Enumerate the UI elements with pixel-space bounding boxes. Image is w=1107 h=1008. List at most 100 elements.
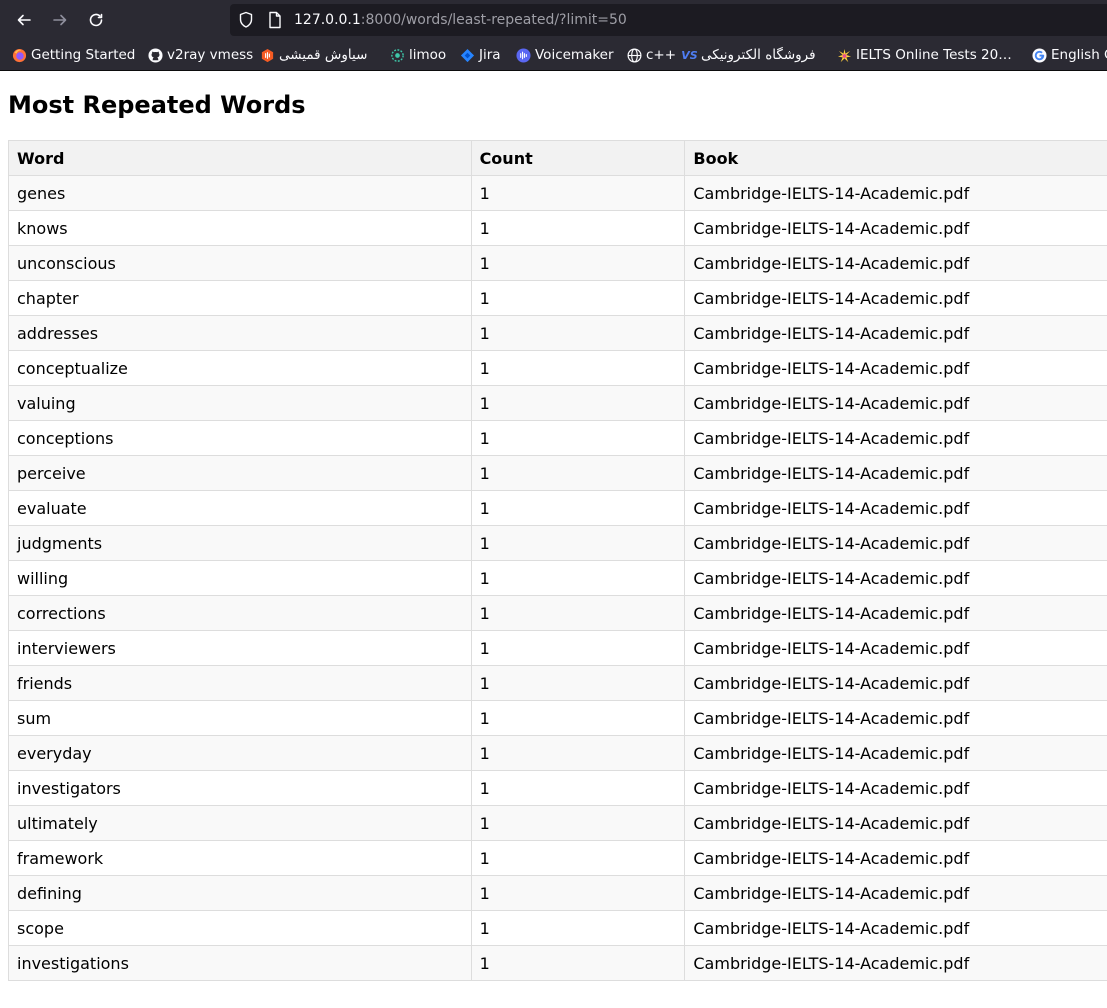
- table-row: investigators 1 Cambridge-IELTS-14-Academi…: [8, 770, 1107, 806]
- page-content: Most Repeated Words Word Count Book gene…: [0, 71, 1107, 1008]
- word-cell: investigators: [8, 770, 472, 806]
- word-cell: evaluate: [8, 490, 472, 526]
- browser-toolbar: 127.0.0.1:8000/words/least-repeated/?lim…: [0, 0, 1107, 40]
- bookmark-cpp[interactable]: c++: [627, 45, 676, 65]
- bookmark-label: English G: [1051, 47, 1107, 63]
- book-cell: Cambridge-IELTS-14-Academic.pdf: [684, 595, 1107, 631]
- count-cell: 1: [470, 175, 686, 211]
- bookmark-label: فروشگاه الکترونیکی: [701, 47, 816, 63]
- bookmark-label: Voicemaker: [535, 47, 614, 63]
- word-cell: judgments: [8, 525, 472, 561]
- book-cell: Cambridge-IELTS-14-Academic.pdf: [684, 805, 1107, 841]
- bookmark-ielts-online-tests[interactable]: IELTS Online Tests 20…: [837, 45, 1012, 65]
- firefox-icon: [12, 48, 27, 63]
- book-cell: Cambridge-IELTS-14-Academic.pdf: [684, 875, 1107, 911]
- count-cell: 1: [470, 595, 686, 631]
- bookmark-label: سیاوش قمیشی: [279, 47, 368, 63]
- table-row: knows 1 Cambridge-IELTS-14-Academic.pdf: [8, 210, 1107, 246]
- shield-icon[interactable]: [238, 11, 254, 33]
- word-cell: interviewers: [8, 630, 472, 666]
- bookmark-label: v2ray vmess: [167, 47, 254, 63]
- book-cell: Cambridge-IELTS-14-Academic.pdf: [684, 525, 1107, 561]
- bookmarks-toolbar: Getting Started v2ray vmess سیاوش قمیشی …: [0, 40, 1107, 71]
- count-cell: 1: [470, 735, 686, 771]
- table-row: chapter 1 Cambridge-IELTS-14-Academic.pdf: [8, 280, 1107, 316]
- bookmark-label: c++: [646, 47, 677, 63]
- table-row: investigations 1 Cambridge-IELTS-14-Academ…: [8, 945, 1107, 981]
- bookmark-english[interactable]: English G: [1032, 45, 1107, 65]
- table-row: addresses 1 Cambridge-IELTS-14-Academic.pd…: [8, 315, 1107, 351]
- book-cell: Cambridge-IELTS-14-Academic.pdf: [684, 280, 1107, 316]
- count-cell: 1: [470, 700, 686, 736]
- table-row: friends 1 Cambridge-IELTS-14-Academic.pdf: [8, 665, 1107, 701]
- count-cell: 1: [470, 420, 686, 456]
- word-cell: framework: [8, 840, 472, 876]
- bookmark-jira[interactable]: Jira: [460, 45, 501, 65]
- bookmark-castbox[interactable]: سیاوش قمیشی: [260, 45, 367, 65]
- count-cell: 1: [470, 490, 686, 526]
- google-icon: [1032, 47, 1047, 63]
- back-button[interactable]: [10, 6, 38, 34]
- count-cell: 1: [470, 385, 686, 421]
- forward-arrow-icon: [53, 14, 67, 26]
- table-row: perceive 1 Cambridge-IELTS-14-Academic.pdf: [8, 455, 1107, 491]
- word-cell: knows: [8, 210, 472, 246]
- url-bar[interactable]: 127.0.0.1:8000/words/least-repeated/?lim…: [230, 4, 1107, 36]
- book-cell: Cambridge-IELTS-14-Academic.pdf: [684, 735, 1107, 771]
- book-cell: Cambridge-IELTS-14-Academic.pdf: [684, 840, 1107, 876]
- count-cell: 1: [470, 630, 686, 666]
- github-icon: [148, 47, 163, 63]
- bookmark-label: IELTS Online Tests 20…: [856, 47, 1012, 63]
- word-cell: ultimately: [8, 805, 472, 841]
- count-cell: 1: [470, 280, 686, 316]
- words-table: Word Count Book genes 1 Cambridge-IELTS-14…: [8, 140, 1107, 981]
- count-cell: 1: [470, 315, 686, 351]
- book-cell: Cambridge-IELTS-14-Academic.pdf: [684, 420, 1107, 456]
- ielts-icon: [837, 48, 852, 63]
- limoo-icon: [390, 48, 405, 63]
- jira-icon: [460, 48, 475, 63]
- table-row: conceptualize 1 Cambridge-IELTS-14-Academi…: [8, 350, 1107, 386]
- page-title: Most Repeated Words: [8, 91, 306, 119]
- count-cell: 1: [470, 875, 686, 911]
- table-row: corrections 1 Cambridge-IELTS-14-Academic.…: [8, 595, 1107, 631]
- word-cell: willing: [8, 560, 472, 596]
- book-cell: Cambridge-IELTS-14-Academic.pdf: [684, 910, 1107, 946]
- bookmark-getting-started[interactable]: Getting Started: [12, 45, 135, 65]
- page-info-icon[interactable]: [268, 11, 282, 33]
- count-cell: 1: [470, 210, 686, 246]
- table-row: scope 1 Cambridge-IELTS-14-Academic.pdf: [8, 910, 1107, 946]
- book-cell: Cambridge-IELTS-14-Academic.pdf: [684, 700, 1107, 736]
- url-text: 127.0.0.1:8000/words/least-repeated/?lim…: [294, 11, 627, 29]
- book-cell: Cambridge-IELTS-14-Academic.pdf: [684, 210, 1107, 246]
- url-path: :8000/words/least-repeated/?limit=50: [360, 12, 627, 28]
- bookmark-label: limoo: [409, 47, 447, 63]
- bookmark-limoo[interactable]: limoo: [390, 45, 446, 65]
- bookmark-online-store[interactable]: VS فروشگاه الکترونیکی: [681, 45, 816, 65]
- book-cell: Cambridge-IELTS-14-Academic.pdf: [684, 245, 1107, 281]
- count-cell: 1: [470, 910, 686, 946]
- book-cell: Cambridge-IELTS-14-Academic.pdf: [684, 350, 1107, 386]
- word-cell: investigations: [8, 945, 472, 981]
- table-row: valuing 1 Cambridge-IELTS-14-Academic.pdf: [8, 385, 1107, 421]
- word-cell: corrections: [8, 595, 472, 631]
- word-cell: scope: [8, 910, 472, 946]
- count-cell: 1: [470, 770, 686, 806]
- book-cell: Cambridge-IELTS-14-Academic.pdf: [684, 665, 1107, 701]
- table-row: conceptions 1 Cambridge-IELTS-14-Academic.…: [8, 420, 1107, 456]
- word-cell: valuing: [8, 385, 472, 421]
- count-cell: 1: [470, 840, 686, 876]
- book-cell: Cambridge-IELTS-14-Academic.pdf: [684, 630, 1107, 666]
- bookmark-voicemaker[interactable]: Voicemaker: [516, 45, 614, 65]
- bookmark-v2ray-vmess[interactable]: v2ray vmess: [148, 45, 253, 65]
- book-cell: Cambridge-IELTS-14-Academic.pdf: [684, 385, 1107, 421]
- count-cell: 1: [470, 560, 686, 596]
- table-row: sum 1 Cambridge-IELTS-14-Academic.pdf: [8, 700, 1107, 736]
- word-cell: perceive: [8, 455, 472, 491]
- column-header-book: Book: [684, 140, 1107, 176]
- reload-button[interactable]: [82, 6, 110, 34]
- forward-button[interactable]: [46, 6, 74, 34]
- column-header-word: Word: [8, 140, 472, 176]
- word-cell: defining: [8, 875, 472, 911]
- book-cell: Cambridge-IELTS-14-Academic.pdf: [684, 175, 1107, 211]
